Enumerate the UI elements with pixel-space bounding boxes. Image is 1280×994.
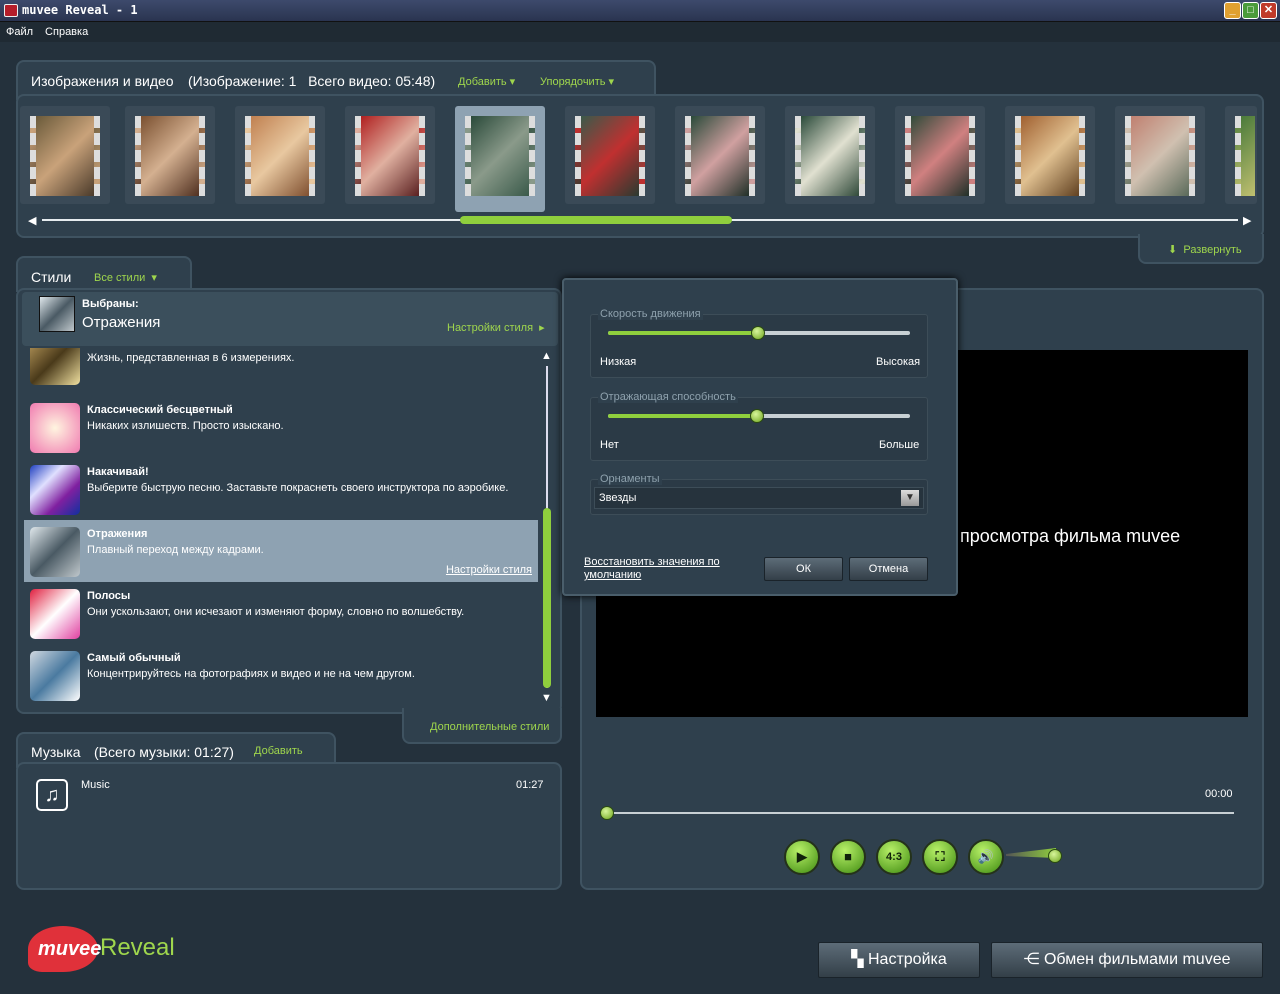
ornaments-select[interactable]: Звезды ▼ [594,487,924,509]
stop-button[interactable]: ■ [830,839,866,875]
scroll-down-icon[interactable]: ▼ [541,692,552,704]
media-title: Изображения и видео [31,73,174,89]
speed-knob[interactable] [751,326,765,340]
speaker-icon: 🔊 [977,849,995,864]
speed-high-label: Высокая [876,356,921,368]
speed-group [590,314,928,378]
stop-icon: ■ [844,849,852,864]
scroll-up-icon[interactable]: ▲ [541,350,552,362]
media-thumbnail[interactable] [20,106,110,204]
menu-file[interactable]: Файл [0,23,33,38]
reflectivity-knob[interactable] [750,409,764,423]
selected-label: Выбраны: [82,298,139,310]
play-icon: ▶ [797,849,807,864]
style-thumbnail [30,348,80,385]
style-thumbnail [30,403,80,453]
music-info: (Всего музыки: 01:27) [94,744,234,760]
maximize-button[interactable]: □ [1242,2,1259,19]
selected-style-icon [39,296,75,332]
style-thumbnail [30,589,80,639]
reflectivity-label: Отражающая способность [598,391,738,403]
title-bar: muvee Reveal - 1 _ □ ✕ [0,0,1280,22]
reflectivity-group [590,397,928,461]
reflectivity-low-label: Нет [600,439,619,451]
menu-help[interactable]: Справка [39,23,88,38]
preview-seekbar[interactable] [606,812,1234,814]
style-thumbnail [30,651,80,701]
style-item[interactable]: Полосы Они ускользают, они исчезают и изм… [24,582,538,644]
menu-bar: Файл Справка [0,22,1280,42]
style-list: Жизнь, представленная в 6 измерениях. Кл… [24,348,538,706]
arrow-down-icon: ⬇ [1168,244,1178,256]
style-thumbnail [30,527,80,577]
preview-time: 00:00 [1205,788,1233,800]
media-thumbnail[interactable] [1115,106,1205,204]
selected-style-name: Отражения [82,314,161,331]
speed-low-label: Низкая [600,356,637,368]
media-thumbnail[interactable] [1225,106,1257,204]
volume-button[interactable]: 🔊 [968,839,1004,875]
media-thumbnail[interactable] [675,106,765,204]
settings-button[interactable]: ▚ Настройка [818,942,980,978]
preview-text: просмотра фильма muvee [960,526,1181,546]
chevron-down-icon[interactable]: ▼ [901,490,919,506]
app-icon [4,4,18,17]
minimize-button[interactable]: _ [1224,2,1241,19]
speed-slider-fill [608,331,759,335]
cancel-button[interactable]: Отмена [849,557,928,581]
ok-button[interactable]: ОК [764,557,843,581]
style-settings-link[interactable]: Настройки стиля ▸ [447,321,545,334]
media-info: (Изображение: 1 Всего видео: 05:48) [188,73,436,89]
sort-button[interactable]: Упорядочить ▾ [540,75,614,88]
style-scroll-thumb[interactable] [543,508,551,688]
styles-title: Стили [31,269,72,285]
share-button[interactable]: ⋲ Обмен фильмами muvee [991,942,1263,978]
style-item[interactable]: Жизнь, представленная в 6 измерениях. [24,348,538,390]
media-thumbnail[interactable] [345,106,435,204]
media-thumbnail[interactable] [785,106,875,204]
all-styles-dropdown[interactable]: Все стили ▾ [94,271,157,284]
item-style-settings-link[interactable]: Настройки стиля [446,564,532,576]
seek-knob[interactable] [600,806,614,820]
close-button[interactable]: ✕ [1260,2,1277,19]
style-item-selected[interactable]: Отражения Плавный переход между кадрами. Н… [24,520,538,582]
music-duration: 01:27 [516,779,544,791]
media-thumbnail[interactable] [235,106,325,204]
reflectivity-high-label: Больше [879,439,920,451]
ornaments-label: Орнаменты [598,473,662,485]
fullscreen-icon: ⛶ [935,849,945,864]
logo-text-muvee: muvee [38,938,102,960]
fullscreen-button[interactable]: ⛶ [922,839,958,875]
add-music-button[interactable]: Добавить [254,745,303,757]
music-note-icon: ♫ [36,779,68,811]
restore-defaults-link[interactable]: Восстановить значения по умолчанию [584,556,744,582]
aspect-ratio-button[interactable]: 4:3 [876,839,912,875]
media-thumbnail[interactable] [895,106,985,204]
scroll-right-icon[interactable]: ▶ [1243,214,1251,227]
music-title: Музыка [31,744,81,760]
style-thumbnail [30,465,80,515]
scroll-left-icon[interactable]: ◀ [28,214,36,227]
media-thumbnail[interactable] [125,106,215,204]
more-styles-button[interactable]: Дополнительные стили [430,721,549,733]
speed-label: Скорость движения [598,308,703,320]
style-item[interactable]: Накачивай! Выберите быструю песню. Застав… [24,458,538,520]
ornaments-value: Звезды [599,492,637,504]
play-button[interactable]: ▶ [784,839,820,875]
style-item[interactable]: Самый обычный Концентрируйтесь на фотогра… [24,644,538,706]
add-media-button[interactable]: Добавить ▾ [458,75,515,88]
style-item[interactable]: Классический бесцветный Никаких излишеств… [24,396,538,458]
music-track-name[interactable]: Music [81,779,110,791]
share-icon: ⋲ [1023,951,1040,968]
media-thumbnail[interactable] [1005,106,1095,204]
window-title: muvee Reveal - 1 [22,3,138,17]
expand-button[interactable]: ⬇ Развернуть [1168,243,1242,256]
media-thumbnail-selected[interactable] [455,106,545,212]
logo-text-reveal: Reveal [100,934,175,961]
reflectivity-slider-fill [608,414,759,418]
settings-icon: ▚ [851,951,864,968]
volume-knob[interactable] [1048,849,1062,863]
media-scroll-thumb[interactable] [460,216,732,224]
media-thumbnail[interactable] [565,106,655,204]
